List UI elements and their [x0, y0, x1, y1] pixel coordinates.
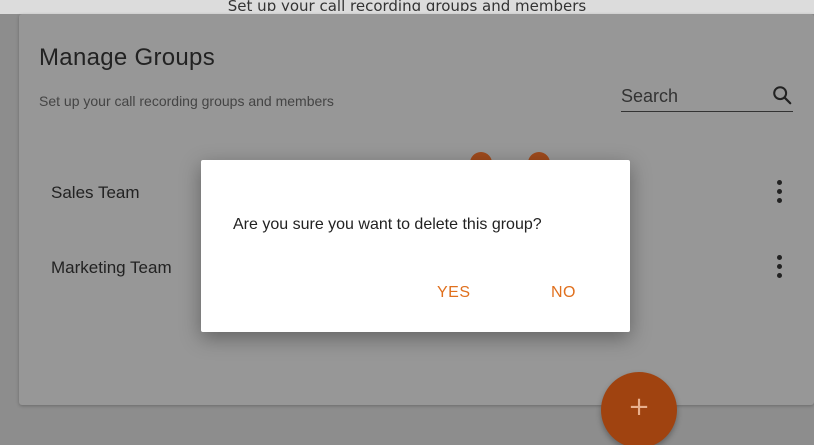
delete-confirm-dialog: Are you sure you want to delete this gro…: [201, 160, 630, 332]
group-name: Sales Team: [51, 183, 140, 202]
page-subtitle: Set up your call recording groups and me…: [39, 93, 334, 109]
kebab-menu-icon[interactable]: [777, 255, 783, 279]
top-strip: Set up your call recording groups and me…: [0, 0, 814, 14]
top-caption: Set up your call recording groups and me…: [227, 0, 587, 11]
kebab-menu-icon[interactable]: [777, 180, 783, 204]
search-icon[interactable]: [771, 84, 793, 106]
dialog-message: Are you sure you want to delete this gro…: [233, 216, 542, 233]
search-field[interactable]: Search: [621, 82, 793, 112]
add-group-button[interactable]: +: [601, 372, 677, 445]
group-name: Marketing Team: [51, 258, 172, 277]
no-button[interactable]: NO: [551, 284, 576, 302]
page-title: Manage Groups: [39, 44, 216, 71]
search-input[interactable]: Search: [621, 86, 678, 107]
yes-button[interactable]: YES: [437, 284, 471, 302]
